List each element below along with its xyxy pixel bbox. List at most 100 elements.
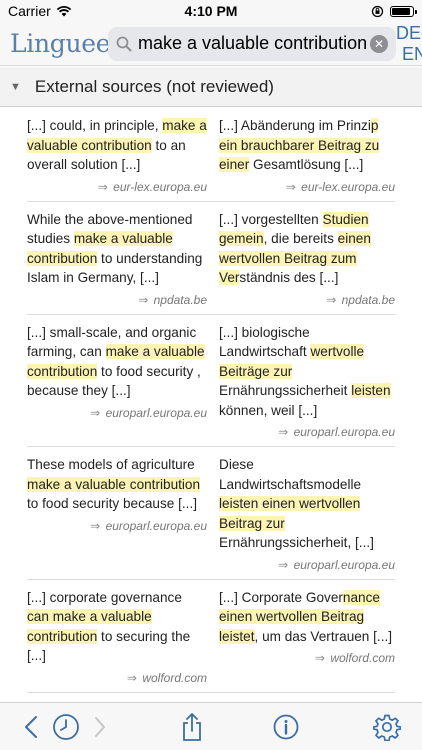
sentence: [...] corporate governance can make a va… bbox=[27, 588, 207, 666]
search-icon bbox=[116, 36, 132, 51]
section-header[interactable]: ▼ External sources (not reviewed) bbox=[0, 67, 422, 107]
text-segment: These models of agriculture bbox=[27, 457, 195, 472]
info-button[interactable] bbox=[272, 703, 300, 750]
text-segment: Ernährungssicherheit bbox=[219, 383, 352, 398]
source-link[interactable]: ⇒ npdata.be bbox=[27, 292, 207, 308]
source-domain: eur-lex.europa.eu bbox=[301, 179, 395, 194]
external-link-icon: ⇒ bbox=[285, 179, 296, 194]
result-row[interactable]: These models of agriculture make a valua… bbox=[27, 447, 395, 580]
text-segment: [...] could, in principle, bbox=[27, 118, 163, 133]
english-text[interactable]: These models of agriculture make a valua… bbox=[27, 455, 211, 573]
share-button[interactable] bbox=[178, 703, 206, 750]
text-segment: to food security because [...] bbox=[27, 496, 198, 511]
sentence: [...] biologische Landwirtschaft wertvol… bbox=[219, 323, 395, 421]
source-link[interactable]: ⇒ eur-lex.europa.eu bbox=[219, 179, 395, 195]
battery-fill bbox=[392, 7, 410, 15]
result-row[interactable]: While the above-mentioned studies make a… bbox=[27, 202, 395, 315]
source-domain: wolford.com bbox=[142, 670, 207, 685]
collapse-triangle-icon[interactable]: ▼ bbox=[10, 81, 21, 93]
search-box[interactable]: ✕ bbox=[108, 26, 396, 61]
settings-button[interactable] bbox=[372, 703, 402, 750]
sentence: [...] small-scale, and organic farming, … bbox=[27, 323, 207, 401]
source-link[interactable]: ⇒ eur-lex.europa.eu bbox=[27, 179, 207, 195]
wifi-icon bbox=[56, 5, 72, 17]
highlighted-phrase: Ver bbox=[219, 270, 240, 285]
clear-search-button[interactable]: ✕ bbox=[370, 34, 388, 53]
status-bar: Carrier 4:10 PM bbox=[0, 0, 422, 22]
history-icon bbox=[53, 714, 79, 740]
back-icon bbox=[25, 716, 37, 738]
text-segment: [...] biologische Landwirtschaft bbox=[219, 324, 311, 360]
english-text[interactable]: [...] corporate governance can make a va… bbox=[27, 588, 211, 686]
text-segment: [...] Abänderung im Prinzi bbox=[219, 118, 371, 133]
status-right bbox=[371, 5, 417, 18]
history-button[interactable] bbox=[51, 703, 81, 750]
text-segment: [...] corporate governance bbox=[27, 589, 182, 605]
english-text[interactable]: [...] small-scale, and organic farming, … bbox=[27, 323, 211, 441]
text-segment: können, weil [...] bbox=[219, 402, 318, 418]
header: Linguee ✕ DE-EN bbox=[0, 22, 422, 66]
info-icon bbox=[273, 714, 299, 740]
external-link-icon: ⇒ bbox=[278, 425, 289, 439]
settings-icon bbox=[373, 714, 401, 741]
german-text[interactable]: [...] vorgestellten Studien gemein, die … bbox=[211, 210, 395, 308]
external-link-icon: ⇒ bbox=[90, 405, 101, 420]
source-domain: europarl.europa.eu bbox=[293, 425, 395, 439]
highlighted-phrase: leisten bbox=[351, 383, 391, 398]
text-segment: ständnis des [...] bbox=[239, 270, 339, 285]
german-text[interactable]: [...] Corporate Governance einen wertvol… bbox=[211, 588, 395, 686]
language-pair-button[interactable]: DE-EN bbox=[396, 23, 422, 65]
back-button[interactable] bbox=[18, 703, 44, 750]
highlighted-phrase: p bbox=[370, 118, 379, 133]
external-link-icon: ⇒ bbox=[314, 651, 325, 665]
result-row[interactable]: [...] small-scale, and organic farming, … bbox=[27, 315, 395, 447]
close-icon: ✕ bbox=[373, 36, 385, 51]
source-domain: europarl.europa.eu bbox=[293, 557, 395, 572]
highlighted-phrase: leisten einen wertvollen Beitrag zur bbox=[219, 496, 361, 531]
result-row[interactable]: [...] could, in principle, make a valuab… bbox=[27, 108, 395, 202]
source-link[interactable]: ⇒ npdata.be bbox=[219, 292, 395, 308]
text-segment: [...] vorgestellten bbox=[219, 211, 323, 227]
external-link-icon: ⇒ bbox=[326, 292, 337, 307]
text-segment: Diese Landwirtschaftsmodelle bbox=[219, 457, 362, 492]
text-segment: Ernährungssicherheit, [...] bbox=[219, 535, 374, 550]
source-domain: europarl.europa.eu bbox=[105, 518, 207, 533]
orientation-lock-icon bbox=[371, 5, 384, 17]
text-segment: , um das Vertrauen [...] bbox=[254, 628, 393, 644]
highlighted-phrase: make a valuable contribution bbox=[27, 476, 201, 492]
text-segment: , die bereits bbox=[263, 231, 338, 246]
external-link-icon: ⇒ bbox=[138, 292, 149, 307]
result-row[interactable]: The right staff members in the right pos… bbox=[27, 693, 395, 703]
sentence: [...] vorgestellten Studien gemein, die … bbox=[219, 210, 395, 288]
english-text[interactable]: [...] could, in principle, make a valuab… bbox=[27, 116, 211, 195]
german-text[interactable]: [...] biologische Landwirtschaft wertvol… bbox=[211, 323, 395, 441]
english-text[interactable]: While the above-mentioned studies make a… bbox=[27, 210, 211, 308]
status-left: Carrier bbox=[8, 3, 72, 19]
search-input[interactable] bbox=[138, 33, 370, 54]
source-link[interactable]: ⇒ wolford.com bbox=[27, 670, 207, 686]
source-domain: npdata.be bbox=[153, 292, 207, 307]
sentence: These models of agriculture make a valua… bbox=[27, 455, 207, 514]
battery-icon bbox=[390, 5, 417, 17]
sentence: [...] could, in principle, make a valuab… bbox=[27, 116, 207, 175]
source-link[interactable]: ⇒ europarl.europa.eu bbox=[27, 518, 207, 534]
sentence: [...] Abänderung im Prinzip ein brauchba… bbox=[219, 116, 395, 175]
source-link[interactable]: ⇒ europarl.europa.eu bbox=[219, 424, 395, 440]
external-link-icon: ⇒ bbox=[278, 557, 289, 572]
linguee-logo[interactable]: Linguee bbox=[10, 29, 111, 58]
source-domain: eur-lex.europa.eu bbox=[113, 179, 207, 194]
source-link[interactable]: ⇒ europarl.europa.eu bbox=[27, 405, 207, 421]
german-text[interactable]: [...] Abänderung im Prinzip ein brauchba… bbox=[211, 116, 395, 195]
result-row[interactable]: [...] corporate governance can make a va… bbox=[27, 580, 395, 693]
bottom-toolbar bbox=[0, 702, 422, 750]
german-text[interactable]: Diese Landwirtschaftsmodelle leisten ein… bbox=[211, 455, 395, 573]
source-link[interactable]: ⇒ europarl.europa.eu bbox=[219, 557, 395, 573]
forward-button[interactable] bbox=[91, 703, 109, 750]
external-link-icon: ⇒ bbox=[126, 670, 137, 685]
results-list[interactable]: [...] could, in principle, make a valuab… bbox=[0, 108, 422, 702]
sentence: While the above-mentioned studies make a… bbox=[27, 210, 207, 288]
source-domain: wolford.com bbox=[330, 651, 395, 665]
share-icon bbox=[183, 713, 201, 741]
source-link[interactable]: ⇒ wolford.com bbox=[219, 650, 395, 666]
source-domain: npdata.be bbox=[341, 292, 395, 307]
